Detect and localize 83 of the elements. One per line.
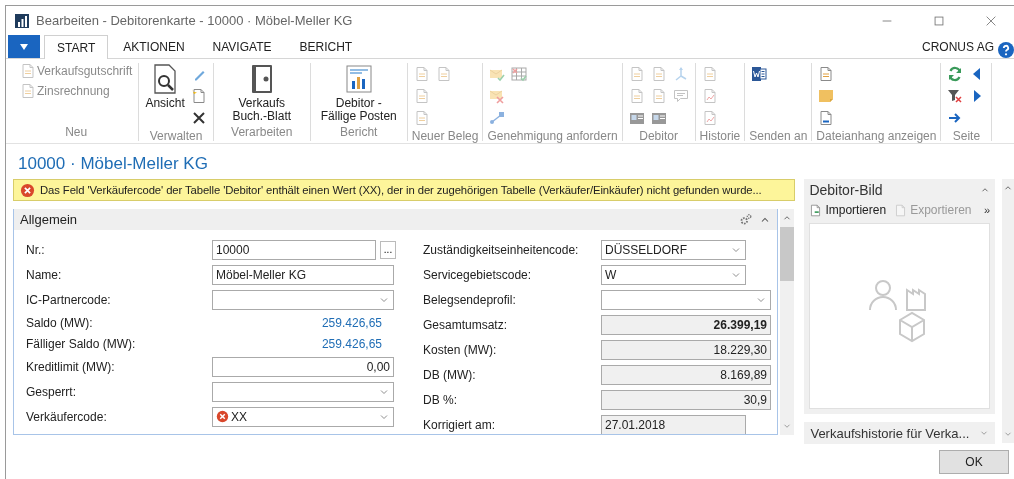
- group-label: Neu: [64, 125, 89, 141]
- text-field[interactable]: 10000: [212, 239, 376, 260]
- document-icon[interactable]: [818, 66, 835, 82]
- group-label: Historie: [698, 129, 742, 145]
- ribbon-tab[interactable]: AKTIONEN: [110, 35, 198, 58]
- import-document-icon: [809, 203, 823, 217]
- amount-link[interactable]: 259.426,65: [212, 336, 394, 351]
- bar-chart-icon: [14, 12, 30, 29]
- ribbon-button[interactable]: Ansicht: [145, 63, 185, 110]
- scrollbar[interactable]: [1002, 179, 1014, 443]
- field-label: Korrigiert am:: [423, 417, 497, 432]
- field-label: Servicegebietscode:: [423, 267, 533, 282]
- group-label: Bericht: [339, 125, 379, 141]
- group-label: Senden an: [748, 129, 809, 145]
- delete-icon[interactable]: [190, 110, 207, 126]
- panel-title: Allgemein: [20, 212, 79, 227]
- error-message: Das Feld 'Verkäufercode' der Tabelle 'Debitor' enthält einen Wert (XX), der in der zugehörigen Tabelle (Verkäufer/Einkäufer) nicht gefunden wurde...: [40, 184, 762, 196]
- caret-icon: [20, 43, 28, 50]
- dropdown-field[interactable]: W: [601, 264, 746, 285]
- readonly-field: 18.229,30: [601, 339, 771, 360]
- ribbon-tab[interactable]: BERICHT: [286, 35, 366, 58]
- readonly-field: 27.01.2018: [601, 414, 746, 434]
- error-icon: [20, 182, 35, 198]
- ribbon-button[interactable]: Debitor - Fällige Posten: [316, 63, 401, 123]
- dropdown-field[interactable]: [601, 289, 771, 310]
- group-label: Neuer Beleg: [410, 129, 480, 145]
- readonly-field: 8.169,89: [601, 364, 771, 385]
- new-document-icon[interactable]: [190, 88, 207, 104]
- field-label: Saldo (MW):: [26, 315, 94, 330]
- field-label: Belegsendeprofil:: [423, 292, 517, 307]
- panel-header[interactable]: Allgemein: [14, 209, 777, 230]
- field-label: Zuständigkeitseinheitencode:: [423, 242, 580, 257]
- field-label: Kosten (MW):: [423, 342, 498, 357]
- dropdown-field[interactable]: XX: [212, 406, 394, 427]
- more-button[interactable]: »: [983, 204, 991, 216]
- field-label: Fälliger Saldo (MW):: [26, 336, 137, 351]
- field-label: Gesamtumsatz:: [423, 317, 509, 332]
- action-button[interactable]: Importieren: [809, 203, 887, 217]
- field-label: IC-Partnercode:: [26, 292, 112, 307]
- field-label: Nr.:: [26, 242, 46, 257]
- factbox-title: Debitor-Bild: [809, 182, 884, 198]
- group-label: Genehmigung anfordern: [486, 129, 619, 145]
- group-label: Verarbeiten: [230, 125, 294, 141]
- document-icon: [20, 63, 36, 79]
- dropdown-field[interactable]: DÜSSELDORF: [601, 239, 746, 260]
- maximize-icon[interactable]: [932, 13, 946, 28]
- clear-filter-icon[interactable]: [947, 88, 964, 104]
- text-field[interactable]: Möbel-Meller KG: [212, 264, 394, 285]
- field-label: DB (MW):: [423, 367, 477, 382]
- refresh-icon[interactable]: [947, 66, 964, 82]
- document-icon: [894, 203, 908, 217]
- ribbon-tab[interactable]: NAVIGATE: [199, 35, 285, 58]
- link-document-icon[interactable]: [818, 110, 835, 126]
- document-icon[interactable]: [751, 66, 768, 82]
- scrollbar[interactable]: [780, 209, 794, 435]
- amount-link[interactable]: 259.426,65: [212, 315, 394, 330]
- dropdown-field[interactable]: [212, 381, 394, 402]
- ribbon-tab[interactable]: START: [44, 35, 109, 59]
- scrollbar-thumb[interactable]: [780, 227, 794, 281]
- dropdown-field[interactable]: [212, 289, 394, 310]
- ok-button[interactable]: OK: [939, 450, 1009, 474]
- ribbon-button[interactable]: Verkaufs Buch.-Blatt: [219, 63, 304, 123]
- field-label: Kreditlimit (MW):: [26, 359, 116, 374]
- field-label: Gesperrt:: [26, 384, 77, 399]
- field-label: DB %:: [423, 392, 458, 407]
- group-label: Dateianhang anzeigen: [815, 129, 938, 145]
- window-title: Bearbeiten - Debitorenkarte - 10000 · Möbel-Meller KG: [36, 13, 354, 28]
- readonly-field: 30,9: [601, 389, 771, 410]
- group-label: Seite: [951, 129, 982, 145]
- lookup-button[interactable]: ...: [380, 240, 396, 259]
- text-field[interactable]: 0,00: [212, 356, 394, 377]
- note-icon[interactable]: [818, 88, 835, 104]
- company-name: CRONUS AG: [922, 39, 994, 54]
- readonly-field: 26.399,19: [601, 314, 771, 335]
- group-label: Debitor: [638, 129, 679, 145]
- page-title: 10000 · Möbel-Meller KG: [17, 153, 209, 171]
- menu-button[interactable]: [8, 35, 40, 58]
- field-label: Name:: [26, 267, 63, 282]
- factbox-part-header[interactable]: Verkaufshistorie für Verka...: [804, 422, 996, 444]
- document-icon: [20, 83, 36, 99]
- field-label: Verkäufercode:: [26, 409, 108, 424]
- help-icon[interactable]: [998, 42, 1014, 58]
- group-label: Verwalten: [148, 129, 204, 145]
